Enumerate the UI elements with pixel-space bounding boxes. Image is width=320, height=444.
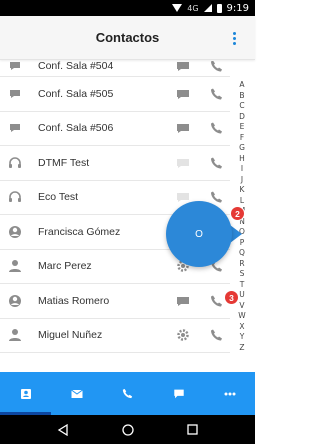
index-letter-v[interactable]: V (239, 301, 244, 312)
index-letter-x[interactable]: X (239, 322, 244, 333)
phone-icon[interactable] (210, 191, 223, 204)
chat-bubble-icon (10, 62, 20, 70)
contact-row[interactable]: Conf. Sala #505 (0, 77, 230, 112)
contact-row[interactable]: Conf. Sala #506 (0, 112, 230, 146)
contact-name: Marc Perez (38, 260, 92, 273)
page-title: Contactos (95, 30, 160, 45)
index-letter-w[interactable]: W (238, 311, 245, 322)
index-letter-y[interactable]: Y (240, 332, 245, 343)
index-letter-a[interactable]: A (239, 80, 244, 91)
contact-name: Conf. Sala #505 (38, 87, 114, 100)
bottom-tab-bar (0, 372, 255, 415)
contact-name: Conf. Sala #506 (38, 122, 114, 135)
index-letter-k[interactable]: K (240, 185, 245, 196)
index-letter-g[interactable]: G (239, 143, 245, 154)
contact-name: Eco Test (38, 191, 79, 204)
message-icon[interactable] (176, 121, 190, 135)
index-letter-b[interactable]: B (239, 91, 244, 102)
app-bar: Contactos (0, 16, 255, 60)
contact-name: Miguel Nuñez (38, 329, 103, 342)
battery-icon (216, 3, 222, 13)
more-tab[interactable] (204, 372, 255, 415)
marker-3: 3 (224, 290, 239, 305)
message-icon[interactable] (176, 294, 190, 308)
system-nav-bar (0, 415, 255, 444)
contact-card-icon (20, 388, 31, 399)
back-icon[interactable] (57, 423, 69, 436)
headset-icon (9, 191, 21, 203)
gear-icon[interactable] (176, 328, 190, 342)
index-letter-l[interactable]: L (240, 196, 244, 207)
more-horizontal-icon (224, 392, 235, 395)
phone-icon[interactable] (210, 156, 223, 169)
index-letter-h[interactable]: H (239, 154, 245, 165)
phone-icon[interactable] (210, 122, 223, 135)
chat-bubble-icon (173, 389, 184, 399)
clock: 9:19 (226, 2, 249, 14)
headset-icon (9, 157, 21, 168)
index-letter-z[interactable]: Z (239, 343, 244, 354)
index-letter-s[interactable]: S (240, 269, 245, 280)
phone-icon (122, 388, 133, 399)
signal-icon (203, 4, 212, 12)
chat-bubble-icon (10, 124, 20, 133)
index-letter-i[interactable]: I (241, 164, 243, 175)
index-letter-bubble: O (166, 201, 232, 267)
marker-2: 2 (230, 206, 245, 221)
recents-icon[interactable] (187, 424, 198, 435)
phone-icon[interactable] (210, 294, 223, 307)
person-icon (9, 329, 21, 342)
index-letter-u[interactable]: U (239, 290, 245, 301)
phone-icon[interactable] (210, 87, 223, 100)
contact-row[interactable]: Conf. Sala #504 (0, 61, 230, 77)
index-letter-e[interactable]: E (240, 122, 245, 133)
index-letter-r[interactable]: R (239, 259, 244, 270)
phone-icon[interactable] (210, 329, 223, 342)
contact-name: Conf. Sala #504 (38, 61, 114, 72)
overflow-menu-icon[interactable] (233, 32, 237, 45)
network-label: 4G (187, 3, 199, 13)
index-letter-c[interactable]: C (239, 101, 244, 112)
contact-name: Matias Romero (38, 294, 110, 307)
contacts-tab[interactable] (0, 372, 51, 415)
message-icon[interactable] (176, 87, 190, 101)
chat-bubble-icon (10, 89, 20, 98)
status-bar: 4G 9:19 (0, 0, 255, 16)
index-letter-j[interactable]: J (241, 175, 243, 186)
message-icon[interactable] (176, 156, 190, 170)
mail-icon (70, 389, 83, 398)
index-letter-f[interactable]: F (240, 133, 244, 144)
calls-tab[interactable] (102, 372, 153, 415)
message-icon[interactable] (176, 61, 190, 73)
contact-name: DTMF Test (38, 156, 90, 169)
contact-avatar-icon (9, 225, 21, 238)
home-icon[interactable] (122, 423, 134, 436)
chat-tab[interactable] (153, 372, 204, 415)
index-letter-d[interactable]: D (239, 112, 245, 123)
phone-icon[interactable] (210, 61, 223, 73)
contact-row[interactable]: Matias Romero (0, 284, 230, 319)
contact-row[interactable]: DTMF Test (0, 146, 230, 181)
wifi-icon (172, 4, 183, 12)
contact-row[interactable]: Miguel Nuñez (0, 319, 230, 353)
index-letter-q[interactable]: Q (239, 248, 245, 259)
mail-tab[interactable] (51, 372, 102, 415)
person-icon (9, 260, 21, 273)
contact-avatar-icon (9, 294, 21, 307)
index-letter: O (195, 228, 203, 240)
contact-name: Francisca Gómez (38, 225, 121, 238)
index-letter-t[interactable]: T (240, 280, 245, 291)
